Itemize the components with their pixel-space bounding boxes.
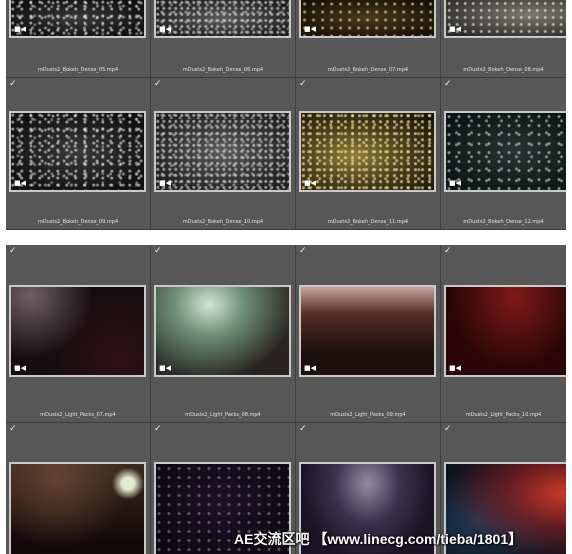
video-icon: ■◀ (159, 364, 171, 372)
video-icon: ■◀ (449, 25, 461, 33)
clip-thumbnail[interactable]: ■◀ (299, 111, 436, 192)
video-icon: ■◀ (159, 179, 171, 187)
checkmark-icon[interactable]: ✓ (154, 425, 162, 434)
checkmark-icon[interactable]: ✓ (444, 247, 452, 256)
checkmark-icon[interactable]: ✓ (9, 247, 17, 256)
clip-thumbnail[interactable]: ■◀ (154, 111, 291, 192)
video-icon: ■◀ (14, 179, 26, 187)
clip-cell[interactable]: ✓ ■◀ mDusts2_Light_Packs_10.mp4 (441, 245, 566, 423)
clip-thumbnail[interactable]: ■◀ (299, 285, 436, 377)
clip-filename: mDusts2_Bokeh_Dense_12.mp4 (463, 219, 544, 225)
clip-thumbnail[interactable]: ■◀ (154, 0, 291, 38)
clip-cell[interactable]: ■◀ mDusts2_Bokeh_Dense_06.mp4 (151, 0, 296, 78)
checkmark-icon[interactable]: ✓ (444, 80, 452, 89)
clip-thumbnail[interactable]: ■◀ (154, 285, 291, 377)
clip-filename: mDusts2_Light_Packs_10.mp4 (465, 412, 542, 418)
checkmark-icon[interactable]: ✓ (299, 247, 307, 256)
clip-thumbnail[interactable]: ■◀ (444, 0, 566, 38)
clip-filename: mDusts2_Light_Packs_07.mp4 (40, 412, 116, 418)
checkmark-icon[interactable]: ✓ (154, 247, 162, 256)
clip-thumbnail[interactable]: ■◀ (444, 111, 566, 192)
video-icon: ■◀ (14, 25, 26, 33)
clip-thumbnail[interactable]: ■◀ (444, 285, 566, 377)
clip-filename: mDusts2_Bokeh_Dense_09.mp4 (37, 219, 119, 225)
clip-thumbnail[interactable]: ■◀ (9, 111, 146, 192)
video-icon: ■◀ (449, 364, 461, 372)
clip-cell[interactable]: ✓ ■◀ mDusts2_Bokeh_Dense_12.mp4 (441, 78, 566, 230)
clip-filename: mDusts2_Bokeh_Dense_08.mp4 (463, 67, 544, 73)
clip-cell[interactable]: ✓ ■◀ mDusts2_Light_Packs_09.mp4 (296, 245, 441, 423)
clip-thumbnail[interactable]: ■◀ (299, 0, 436, 38)
video-icon: ■◀ (304, 364, 316, 372)
clip-cell[interactable]: ■◀ mDusts2_Bokeh_Dense_05.mp4 (6, 0, 151, 78)
checkmark-icon[interactable]: ✓ (444, 425, 452, 434)
clip-cell[interactable]: ✓ ■◀ mDusts2_Bokeh_Dense_10.mp4 (151, 78, 296, 230)
clip-filename: mDusts2_Bokeh_Dense_05.mp4 (37, 67, 119, 73)
checkmark-icon[interactable]: ✓ (154, 80, 162, 89)
video-icon: ■◀ (159, 25, 171, 33)
clip-grid-bottom: ✓ ■◀ mDusts2_Light_Packs_07.mp4 ✓ ■◀ mDu… (6, 245, 566, 554)
clip-grid-top: ■◀ mDusts2_Bokeh_Dense_05.mp4 ■◀ mDusts2… (6, 0, 566, 230)
checkmark-icon[interactable]: ✓ (9, 425, 17, 434)
clip-thumbnail[interactable] (9, 462, 146, 554)
clip-thumbnail[interactable]: ■◀ (9, 285, 146, 377)
video-icon: ■◀ (14, 364, 26, 372)
video-icon: ■◀ (304, 25, 316, 33)
clip-filename: mDusts2_Light_Packs_09.mp4 (330, 412, 406, 418)
checkmark-icon[interactable]: ✓ (299, 425, 307, 434)
clip-cell[interactable]: ✓ ■◀ mDusts2_Bokeh_Dense_09.mp4 (6, 78, 151, 230)
watermark-text: AE交流区吧 【www.linecg.com/tieba/1801】 (234, 531, 523, 547)
clip-filename: mDusts2_Bokeh_Dense_07.mp4 (327, 67, 409, 73)
clip-cell[interactable]: ✓ ■◀ mDusts2_Light_Packs_07.mp4 (6, 245, 151, 423)
clip-filename: mDusts2_Light_Packs_08.mp4 (185, 412, 261, 418)
video-icon: ■◀ (449, 179, 461, 187)
clip-cell[interactable]: ■◀ mDusts2_Bokeh_Dense_07.mp4 (296, 0, 441, 78)
checkmark-icon[interactable]: ✓ (299, 80, 307, 89)
video-icon: ■◀ (304, 179, 316, 187)
clip-filename: mDusts2_Bokeh_Dense_06.mp4 (182, 67, 264, 73)
clip-filename: mDusts2_Bokeh_Dense_10.mp4 (182, 219, 264, 225)
clip-cell[interactable]: ■◀ mDusts2_Bokeh_Dense_08.mp4 (441, 0, 566, 78)
clip-cell[interactable]: ✓ (6, 423, 151, 554)
checkmark-icon[interactable]: ✓ (9, 80, 17, 89)
clip-filename: mDusts2_Bokeh_Dense_11.mp4 (327, 219, 409, 225)
clip-thumbnail[interactable]: ■◀ (9, 0, 146, 38)
clip-cell[interactable]: ✓ ■◀ mDusts2_Light_Packs_08.mp4 (151, 245, 296, 423)
clip-cell[interactable]: ✓ ■◀ mDusts2_Bokeh_Dense_11.mp4 (296, 78, 441, 230)
